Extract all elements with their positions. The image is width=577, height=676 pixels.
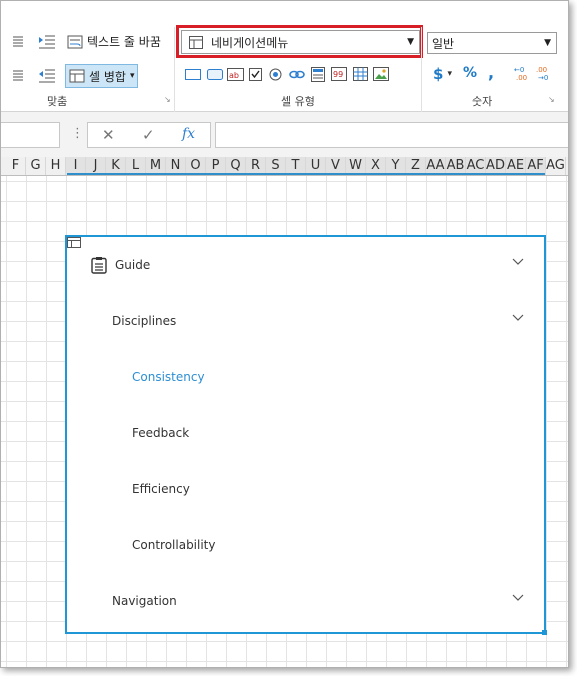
nav-item-navigation[interactable]: Navigation [67,573,544,629]
percent-button[interactable]: % [463,65,477,81]
formula-buttons: ✕ ✓ fx [87,122,211,148]
currency-dropdown[interactable]: ▾ [447,69,452,79]
comma-button[interactable]: , [488,63,494,82]
decrease-decimal-icon[interactable]: .00→0 [536,65,554,81]
column-header-f[interactable]: F [6,157,26,175]
nav-item-label: Efficiency [132,482,190,496]
formula-input[interactable] [215,122,568,148]
column-header-h[interactable]: H [46,157,66,175]
nav-item-feedback[interactable]: Feedback [67,405,544,461]
nav-item-disciplines[interactable]: Disciplines [67,293,544,349]
button-icon[interactable] [207,69,223,80]
column-header-ag[interactable]: AG [546,157,566,175]
label-icon[interactable]: ab [227,68,244,81]
ribbon: 텍스트 줄 바꿈 셀 병합 ▾ 맞춤 ↘ 네비게이션메뉴 ▼ ab 99 셀 유… [1,13,568,121]
svg-text:99: 99 [333,70,343,79]
chevron-down-icon: ▼ [544,38,551,48]
align-lines-icon[interactable] [13,35,23,47]
svg-text:→0: →0 [538,74,548,81]
chevron-down-icon[interactable] [512,257,524,267]
selection-indicator [67,173,545,175]
navigation-menu[interactable]: Guide Disciplines Consistency Feedback Effic… [65,235,546,634]
nav-item-label: Guide [115,258,151,272]
group-label-cell-type: 셀 유형 [281,95,315,108]
nav-item-label: Navigation [112,594,177,608]
merge-cells-label: 셀 병합 [89,69,126,84]
nav-item-label: Feedback [132,426,190,440]
clipboard-icon [91,257,107,274]
alignment-launcher-icon[interactable]: ↘ [164,95,171,104]
chevron-down-icon[interactable] [512,313,524,323]
hyperlink-icon[interactable] [289,69,305,80]
increase-decimal-icon[interactable]: ←0.00 [514,65,532,81]
chevron-down-icon[interactable] [512,593,524,603]
name-box[interactable] [1,122,60,148]
nav-item-label: Disciplines [112,314,177,328]
group-divider [421,27,422,121]
number-format-combo[interactable]: 일반 ▼ [427,32,557,54]
wrap-text-label: 텍스트 줄 바꿈 [87,35,161,49]
confirm-icon[interactable]: ✓ [142,126,155,144]
nav-item-label: Consistency [132,370,205,384]
nav-item-label: Controllability [132,538,216,552]
image-icon[interactable] [373,67,389,81]
nav-item-guide[interactable]: Guide [67,237,544,293]
merge-dropdown-arrow[interactable]: ▾ [130,71,135,81]
resize-handle[interactable] [542,630,547,635]
merge-cells-button[interactable]: 셀 병합 ▾ [65,64,139,88]
nav-item-controllability[interactable]: Controllability [67,517,544,573]
highlight-box [176,25,423,58]
increase-indent-icon[interactable] [39,33,55,49]
decrease-indent-icon[interactable] [39,67,55,83]
grid-icon[interactable] [353,67,368,81]
insert-function-icon[interactable]: fx [182,126,195,142]
nav-item-consistency[interactable]: Consistency [67,349,544,405]
column-header-g[interactable]: G [26,157,46,175]
group-label-alignment: 맞춤 [47,95,68,108]
group-divider [174,27,175,121]
number-launcher-icon[interactable]: ↘ [548,95,555,104]
formula-bar: ⋮ ✕ ✓ fx [1,112,568,159]
list-icon[interactable] [311,67,325,82]
wrap-text-icon [67,35,83,48]
currency-symbol: $ [433,65,444,83]
textbox-icon[interactable] [185,69,201,80]
more-options-icon[interactable]: ⋮ [71,126,84,141]
svg-text:←0: ←0 [514,66,524,74]
wrap-text-button[interactable]: 텍스트 줄 바꿈 [67,33,161,50]
number-icon[interactable]: 99 [331,67,347,81]
number-format-value: 일반 [432,36,455,51]
radio-icon[interactable] [269,68,282,81]
svg-text:.00: .00 [536,66,547,74]
svg-text:.00: .00 [516,74,527,81]
currency-button[interactable]: $ ▾ [433,65,452,83]
svg-text:ab: ab [229,71,239,80]
group-label-number: 숫자 [472,95,493,108]
align-lines-icon-2[interactable] [13,69,23,81]
cell-type-icons: ab 99 [185,67,415,83]
cancel-icon[interactable]: ✕ [102,126,115,144]
checkbox-icon[interactable] [249,68,262,81]
spreadsheet-window: 텍스트 줄 바꿈 셀 병합 ▾ 맞춤 ↘ 네비게이션메뉴 ▼ ab 99 셀 유… [0,0,569,668]
nav-item-efficiency[interactable]: Efficiency [67,461,544,517]
merge-cells-icon [69,69,85,83]
